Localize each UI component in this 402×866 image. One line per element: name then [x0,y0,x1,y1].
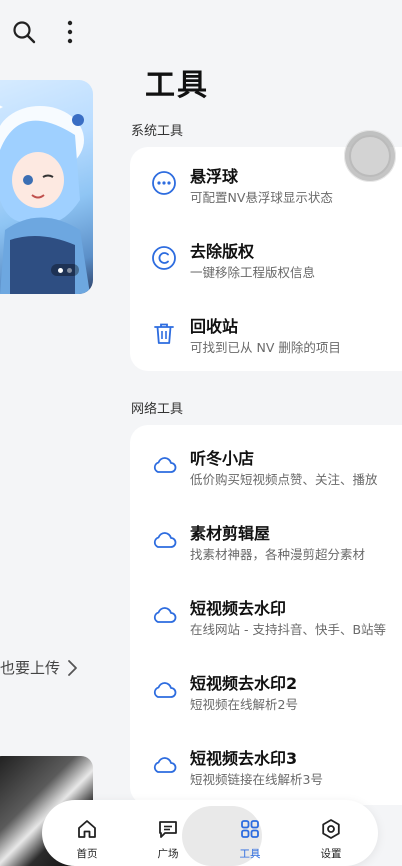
tool-title: 短视频去水印 [190,599,287,618]
anime-illustration [0,105,90,294]
grid-icon [241,820,259,838]
tool-title: 悬浮球 [190,167,239,186]
copyright-icon [150,244,178,272]
page-title: 工具 [145,68,209,103]
cloud-icon [150,676,178,704]
more-horizontal-icon [150,169,178,197]
tool-item-recycle-bin[interactable]: 回收站 可找到已从 NV 删除的项目 [130,297,402,373]
nav-label: 设置 [320,848,342,860]
nav-label: 广场 [157,848,179,860]
bottom-nav: 首页 广场 工具 设置 [42,800,378,866]
trash-icon [150,319,178,347]
tool-item-watermark-remover-2[interactable]: 短视频去水印2 短视频在线解析2号 [130,654,402,730]
tool-desc: 短视频链接在线解析3号 [190,772,323,787]
tool-desc: 一键移除工程版权信息 [190,265,316,280]
tool-item-remove-copyright[interactable]: 去除版权 一键移除工程版权信息 [130,222,402,298]
nav-item-tools[interactable]: 工具 [220,818,280,861]
tool-desc: 在线网站 - 支持抖音、快手、B站等 [190,622,387,637]
tool-item-watermark-remover-1[interactable]: 短视频去水印 在线网站 - 支持抖音、快手、B站等 [130,579,402,655]
tool-title: 回收站 [190,317,239,336]
search-icon[interactable] [10,18,38,46]
nav-label: 首页 [76,848,98,860]
tool-title: 短视频去水印3 [190,749,298,768]
section-label-system: 系统工具 [131,124,184,139]
tool-desc: 可找到已从 NV 删除的项目 [190,340,341,355]
tool-title: 素材剪辑屋 [190,524,271,543]
tool-desc: 短视频在线解析2号 [190,697,298,712]
more-vertical-icon[interactable] [60,18,80,46]
tool-item-watermark-remover-3[interactable]: 短视频去水印3 短视频链接在线解析3号 [130,729,402,805]
artwork-card[interactable] [0,80,93,294]
cloud-icon [150,751,178,779]
tool-title: 去除版权 [190,242,255,261]
tool-title: 听冬小店 [190,449,255,468]
tool-desc: 可配置NV悬浮球显示状态 [190,190,333,205]
tool-desc: 找素材神器，各种漫剪超分素材 [190,547,366,562]
home-icon [78,820,96,838]
upload-link[interactable]: 也要上传 [0,657,78,678]
tool-desc: 低价购买短视频点赞、关注、播放 [190,472,378,487]
upload-link-label: 也要上传 [0,659,61,677]
tool-item-material-house[interactable]: 素材剪辑屋 找素材神器，各种漫剪超分素材 [130,504,402,580]
chevron-right-icon [68,659,77,676]
carousel-indicator [51,264,79,276]
section-label-network: 网络工具 [131,402,184,417]
message-square-icon [159,821,177,838]
cloud-icon [150,526,178,554]
network-tools-card: 听冬小店 低价购买短视频点赞、关注、播放 素材剪辑屋 找素材神器，各种漫剪超分素… [130,425,402,805]
nav-label: 工具 [239,848,261,860]
tool-item-tingdong-shop[interactable]: 听冬小店 低价购买短视频点赞、关注、播放 [130,429,402,505]
nav-item-square[interactable]: 广场 [138,818,198,861]
nav-item-settings[interactable]: 设置 [301,818,361,861]
cloud-icon [150,601,178,629]
settings-icon [322,819,340,839]
floating-ball[interactable] [344,130,396,182]
cloud-icon [150,451,178,479]
nav-item-home[interactable]: 首页 [57,818,117,861]
tool-title: 短视频去水印2 [190,674,298,693]
